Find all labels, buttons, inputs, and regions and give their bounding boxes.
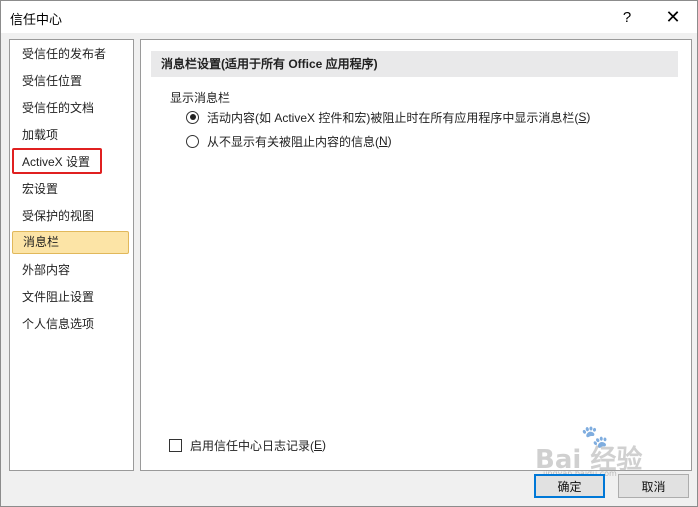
sidebar-item-addins[interactable]: 加载项 (22, 125, 58, 145)
radio-show-message-bar[interactable]: 活动内容(如 ActiveX 控件和宏)被阻止时在所有应用程序中显示消息栏(S) (186, 108, 590, 126)
radio-label-accesskey: S (578, 110, 587, 124)
sidebar-item-trusted-publishers[interactable]: 受信任的发布者 (22, 44, 106, 64)
radio-label-accesskey: N (379, 134, 388, 148)
help-button[interactable]: ? (605, 1, 649, 33)
sidebar-item-trusted-locations[interactable]: 受信任位置 (22, 71, 82, 91)
sidebar-item-external-content[interactable]: 外部内容 (22, 260, 70, 280)
checkbox-label-main: 启用信任中心日志记录( (190, 438, 314, 453)
checkbox-label-accesskey: E (314, 438, 323, 452)
checkbox-enable-logging[interactable]: 启用信任中心日志记录(E) (169, 436, 326, 454)
radio-label-main: 从不显示有关被阻止内容的信息( (207, 134, 379, 149)
radio-label-end: ) (387, 134, 392, 148)
sidebar-item-trusted-documents[interactable]: 受信任的文档 (22, 98, 94, 118)
sidebar-item-macro-settings[interactable]: 宏设置 (22, 179, 58, 199)
close-button[interactable]: ✕ (651, 1, 695, 33)
sidebar-item-message-bar[interactable]: 消息栏 (12, 231, 129, 254)
radio-label-main: 活动内容(如 ActiveX 控件和宏)被阻止时在所有应用程序中显示消息栏( (207, 110, 579, 125)
sidebar-item-file-block-settings[interactable]: 文件阻止设置 (22, 287, 94, 307)
sidebar-item-protected-view[interactable]: 受保护的视图 (22, 206, 94, 226)
radio-button[interactable] (186, 134, 199, 148)
radio-button-checked[interactable] (186, 110, 199, 124)
checkbox-label-end: ) (322, 438, 327, 452)
section-title: 消息栏设置(适用于所有 Office 应用程序) (151, 51, 678, 77)
settings-panel: 消息栏设置(适用于所有 Office 应用程序) 显示消息栏 活动内容(如 Ac… (140, 39, 692, 471)
ok-button[interactable]: 确定 (534, 474, 605, 498)
sidebar-nav: 受信任的发布者 受信任位置 受信任的文档 加载项 ActiveX 设置 宏设置 … (9, 39, 134, 471)
sidebar-item-privacy-options[interactable]: 个人信息选项 (22, 314, 94, 334)
radio-never-show-info[interactable]: 从不显示有关被阻止内容的信息(N) (186, 132, 392, 150)
group-label: 显示消息栏 (170, 91, 231, 105)
title-bar: 信任中心 ? ✕ (1, 1, 697, 33)
checkbox-box[interactable] (169, 438, 182, 452)
window-title: 信任中心 (10, 12, 63, 27)
sidebar-item-activex-settings[interactable]: ActiveX 设置 (22, 152, 90, 172)
trust-center-dialog: 信任中心 ? ✕ 受信任的发布者 受信任位置 受信任的文档 加载项 Active… (0, 0, 698, 507)
cancel-button[interactable]: 取消 (618, 474, 689, 498)
radio-label-end: ) (586, 110, 591, 124)
